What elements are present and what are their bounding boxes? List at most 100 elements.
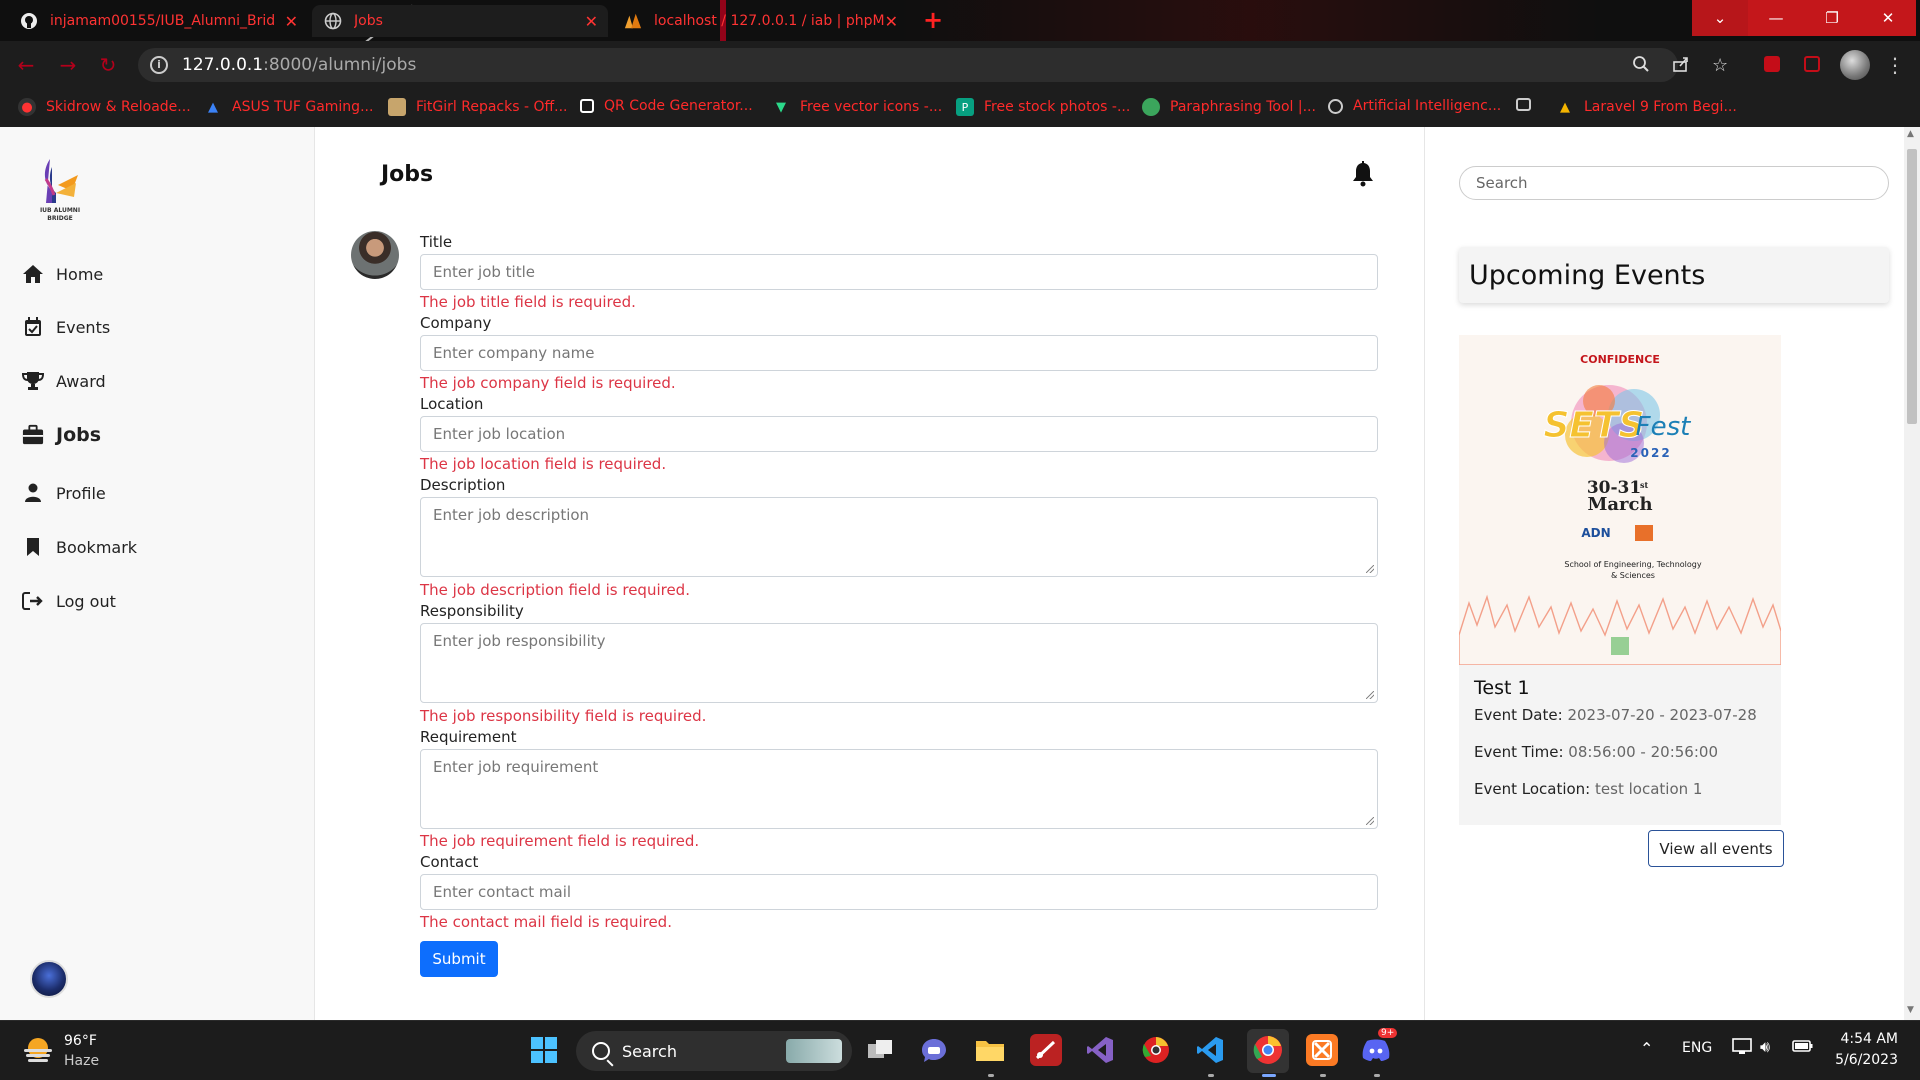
main-content: Jobs Title Enter job title The job title… [316,127,1423,1020]
sidebar-item-profile[interactable]: Profile [22,482,106,504]
clock-time[interactable]: 4:54 AM [1838,1031,1898,1047]
responsibility-error: The job responsibility field is required… [420,707,707,725]
bookmark-item[interactable]: ▼ Free vector icons -... [772,98,942,116]
event-location-label: Event Location: [1474,780,1591,798]
bookmark-item[interactable]: Artificial Intelligenc... [1328,98,1501,114]
minimize-button[interactable]: — [1748,0,1804,36]
snipping-tool-icon[interactable] [1030,1034,1062,1066]
url-host: 127.0.0.1 [182,55,264,75]
taskbar-search[interactable]: Search [576,1031,852,1071]
poster-brand: CONFIDENCE [1580,353,1660,366]
scroll-up-icon[interactable]: ▲ [1907,129,1914,139]
address-bar[interactable]: i 127.0.0.1:8000/alumni/jobs [138,48,1678,82]
bookmark-item[interactable] [1516,98,1541,111]
search-icon [592,1042,610,1060]
back-icon[interactable]: ← [14,53,38,77]
share-icon[interactable] [1672,55,1690,78]
bookmark-star-icon[interactable]: ☆ [1712,55,1728,76]
notification-bell-icon[interactable] [1351,161,1375,187]
forward-icon[interactable]: → [56,53,80,77]
vscode-icon[interactable] [1194,1034,1226,1066]
description-textarea[interactable]: Enter job description [420,497,1378,577]
bookmark-item[interactable]: ▲ Laravel 9 From Begi... [1556,98,1737,116]
close-tab-icon[interactable]: ✕ [285,12,298,31]
close-tab-icon[interactable]: ✕ [885,12,898,31]
job-title-input[interactable]: Enter job title [420,254,1378,290]
poster-dates-suffix: st [1640,480,1649,490]
sidebar-item-logout[interactable]: Log out [22,590,116,612]
file-explorer-icon[interactable] [974,1034,1006,1066]
extensions-puzzle-icon[interactable] [1804,56,1820,72]
task-view-icon[interactable] [864,1034,896,1066]
event-location-value: test location 1 [1595,780,1703,798]
clock-date[interactable]: 5/6/2023 [1834,1052,1898,1068]
title-label: Title [420,233,453,251]
contact-mail-input[interactable]: Enter contact mail [420,874,1378,910]
sidebar-item-home[interactable]: Home [22,263,103,285]
chrome-icon[interactable] [1252,1034,1284,1066]
bookmark-item[interactable]: P Free stock photos -... [956,98,1130,116]
bookmark-item[interactable]: ● Skidrow & Reloade... [18,98,191,116]
company-input[interactable]: Enter company name [420,335,1378,371]
profile-avatar[interactable] [1840,50,1870,80]
event-time-value: 08:56:00 - 20:56:00 [1568,743,1718,761]
bookmark-item[interactable]: Paraphrasing Tool |... [1142,98,1316,116]
show-hidden-icons-chevron-icon[interactable]: ⌃ [1640,1039,1653,1058]
weather-temperature: 96°F [64,1033,97,1049]
event-card[interactable]: Test 1 Event Date: 2023-07-20 - 2023-07-… [1459,665,1781,825]
reload-icon[interactable]: ↻ [96,53,120,77]
close-window-button[interactable]: ✕ [1860,0,1916,36]
phpmyadmin-icon [624,12,642,30]
language-indicator[interactable]: ENG [1682,1040,1712,1056]
running-indicator [1320,1074,1326,1077]
sidebar-item-events[interactable]: Events [22,316,110,338]
teams-chat-icon[interactable] [918,1034,950,1066]
placeholder: Enter job location [433,425,566,443]
bookmark-item[interactable]: FitGirl Repacks - Off... [388,98,568,116]
close-tab-icon[interactable]: ✕ [585,12,598,31]
sidebar-item-jobs[interactable]: Jobs [22,424,101,446]
extension-icon[interactable] [1764,56,1780,72]
windows-start-icon[interactable] [528,1034,560,1066]
running-indicator [988,1074,994,1077]
event-poster-image[interactable]: CONFIDENCE SETS Fest 2022 30-31 st March… [1459,335,1781,665]
search-input[interactable]: Search [1459,166,1889,200]
bookmark-item[interactable]: ▲ ASUS TUF Gaming... [204,98,373,116]
network-icon[interactable] [1732,1036,1752,1060]
event-date-label: Event Date: [1474,706,1563,724]
scrollbar-thumb[interactable] [1907,149,1917,424]
xampp-icon[interactable] [1306,1034,1338,1066]
requirement-textarea[interactable]: Enter job requirement [420,749,1378,829]
sidebar-item-label: Profile [56,483,106,503]
submit-button[interactable]: Submit [420,941,498,977]
visual-studio-icon[interactable] [1084,1034,1116,1066]
user-avatar[interactable] [30,960,68,998]
chrome-dev-icon[interactable] [1140,1034,1172,1066]
sidebar-item-award[interactable]: Award [22,370,106,392]
view-all-events-button[interactable]: View all events [1648,830,1784,867]
site-info-icon[interactable]: i [150,56,168,74]
page-scrollbar[interactable]: ▲ ▼ [1904,127,1920,1020]
home-icon [22,263,44,285]
weather-haze-icon[interactable] [22,1035,54,1063]
description-error: The job description field is required. [420,581,690,599]
scroll-down-icon[interactable]: ▼ [1907,1005,1914,1015]
menu-icon[interactable]: ⋮ [1885,53,1905,77]
location-error: The job location field is required. [420,455,667,473]
tab-search-button[interactable]: ⌄ [1692,0,1748,36]
browser-tab-phpmyadmin[interactable]: localhost / 127.0.0.1 / iab | phpM ✕ [612,5,908,37]
zoom-icon[interactable] [1632,55,1650,78]
volume-icon[interactable]: 🔊︎ [1760,1037,1770,1057]
sidebar-item-bookmark[interactable]: Bookmark [22,536,137,558]
browser-tab-jobs[interactable]: Jobs ✕ [312,5,608,37]
browser-tab-github[interactable]: injamam00155/IUB_Alumni_Brid ✕ [8,5,308,37]
responsibility-textarea[interactable]: Enter job responsibility [420,623,1378,703]
battery-icon[interactable] [1792,1037,1814,1059]
discord-icon[interactable]: 9+ [1360,1028,1398,1066]
location-input[interactable]: Enter job location [420,416,1378,452]
new-tab-button[interactable]: + [918,8,948,34]
briefcase-icon [22,424,44,446]
location-label: Location [420,395,484,413]
restore-button[interactable]: ❐ [1804,0,1860,36]
bookmark-item[interactable]: QR Code Generator... [580,98,753,114]
